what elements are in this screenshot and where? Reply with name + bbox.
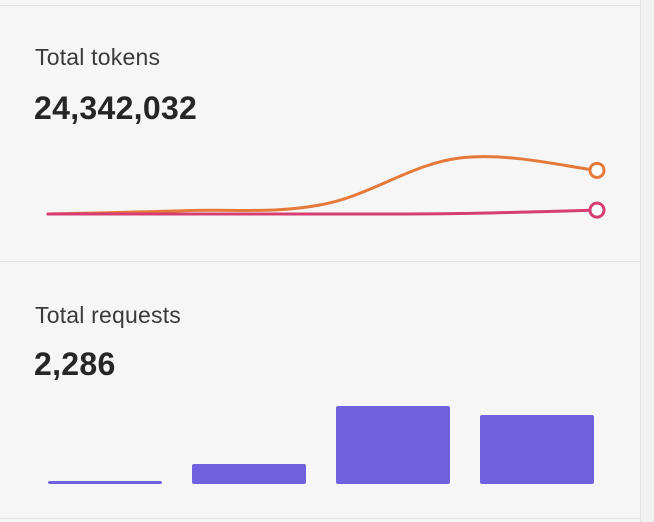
tokens-series-endpoint-2[interactable] [588,201,606,219]
tokens-series-endpoint-1[interactable] [588,161,606,179]
usage-panel: Total tokens 24,342,032 Total requests 2… [0,0,641,522]
tokens-line-chart [46,155,606,219]
requests-bar-2[interactable] [192,464,306,484]
requests-bar-4[interactable] [480,415,594,484]
total-tokens-card: Total tokens 24,342,032 [0,6,641,262]
requests-bar-3[interactable] [336,406,450,484]
total-requests-card: Total requests 2,286 [0,262,641,519]
tokens-series-line-1 [46,155,599,216]
requests-bar-chart [48,406,594,484]
requests-bar-1[interactable] [48,481,162,484]
